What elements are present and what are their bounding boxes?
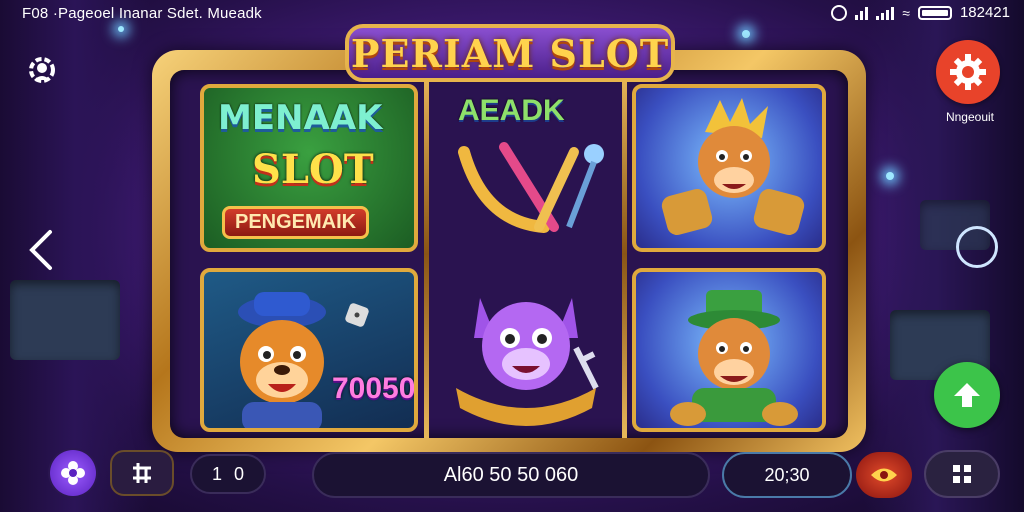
reel-divider — [622, 70, 627, 438]
hash-icon — [133, 463, 151, 483]
left-background-decor — [0, 0, 150, 512]
settings-label: Nngeouit — [945, 110, 995, 124]
lantern-light — [742, 30, 750, 38]
alarm-icon — [831, 4, 848, 21]
eye-icon — [871, 468, 897, 482]
circle-outline-icon[interactable] — [956, 226, 998, 268]
slot-tile-green-lion — [632, 268, 826, 432]
slot-tile-gold-lion — [632, 84, 826, 252]
slot-tile-menaak: MENAAK SLOT PENGEMAIK — [200, 84, 418, 252]
balance-display: Al60 50 50 060 — [312, 452, 710, 498]
gear-icon — [950, 54, 986, 90]
tile-banner: PENGEMAIK — [222, 206, 370, 239]
lion-character-icon — [661, 98, 805, 236]
wifi-icon: ≈ — [902, 4, 910, 21]
lantern-light — [886, 172, 894, 180]
dog-character-icon — [238, 292, 326, 428]
signal-icon-2 — [876, 6, 895, 20]
signal-icon — [855, 6, 869, 20]
flower-icon — [61, 461, 85, 485]
grid-button[interactable] — [924, 450, 1000, 498]
reel-divider — [424, 70, 429, 438]
win-value: 20;30 — [764, 464, 810, 485]
grid-icon — [953, 465, 971, 483]
status-title: F08 ·Pageoel Inanar Sdet. Mueadk — [22, 5, 262, 22]
symbol-label: AEADK — [458, 94, 565, 127]
battery-icon — [917, 5, 952, 20]
up-arrow-icon — [954, 383, 980, 407]
dice-icon — [345, 303, 369, 327]
slot-symbol-purple-cat — [432, 268, 618, 432]
bet-value: 1 — [211, 463, 222, 484]
eye-button[interactable] — [856, 452, 912, 498]
hash-button[interactable] — [110, 450, 174, 496]
win-display: 20;30 — [722, 452, 852, 498]
stone-decor — [10, 280, 120, 360]
up-button[interactable] — [934, 362, 1000, 428]
tile-badge: 70050 — [332, 372, 416, 405]
crossed-swords-icon — [458, 142, 604, 233]
bet-value-2: 0 — [234, 463, 245, 484]
settings-button[interactable] — [936, 40, 1000, 104]
lion-leprechaun-icon — [670, 290, 798, 426]
status-icons: ≈ 182421 — [831, 4, 1010, 21]
game-title: PERIAM SLOT — [350, 30, 670, 76]
tile-word-1: MENAAK — [218, 98, 383, 138]
flower-button[interactable] — [50, 450, 96, 496]
slot-symbol-x: AEADK — [432, 84, 618, 252]
tile-word-2: SLOT — [252, 146, 374, 193]
title-plate: PERIAM SLOT — [345, 24, 675, 82]
back-arrow-icon[interactable] — [26, 228, 56, 272]
bet-display[interactable]: 1 0 — [190, 454, 266, 494]
status-clock: 182421 — [959, 4, 1010, 21]
cat-character-icon — [456, 298, 599, 426]
slot-tile-dog: 70050 — [200, 268, 418, 432]
balance-value: Al60 50 50 060 — [443, 463, 579, 486]
user-settings-icon[interactable] — [24, 52, 60, 88]
